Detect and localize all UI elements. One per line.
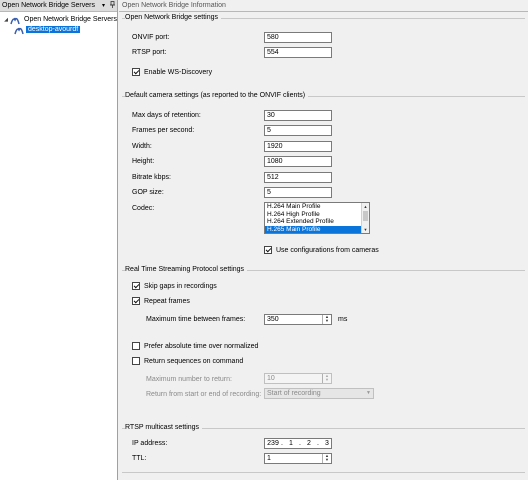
servers-pane-header: Open Network Bridge Servers ▾ xyxy=(0,0,117,12)
fps-input[interactable]: 5 xyxy=(264,125,332,136)
onb-settings-title: Open Network Bridge settings xyxy=(125,14,221,21)
spinner-buttons[interactable]: ▲ ▼ xyxy=(322,374,331,383)
checkbox-checked-icon xyxy=(264,246,272,254)
scroll-thumb[interactable] xyxy=(363,211,368,221)
pin-icon[interactable] xyxy=(108,1,117,10)
ws-discovery-label: Enable WS-Discovery xyxy=(144,68,213,76)
return-from-label: Return from start or end of recording: xyxy=(146,391,262,398)
spinner-buttons[interactable]: ▲ ▼ xyxy=(322,315,331,324)
rtsp-port-input[interactable]: 554 xyxy=(264,47,332,58)
rtsp-port-label: RTSP port: xyxy=(132,49,167,56)
server-group-icon xyxy=(10,15,20,25)
repeat-frames-checkbox[interactable]: Repeat frames xyxy=(132,297,190,305)
return-sequences-checkbox[interactable]: Return sequences on command xyxy=(132,357,243,365)
width-label: Width: xyxy=(132,143,152,150)
codec-label: Codec: xyxy=(132,205,155,212)
scroll-up-icon[interactable]: ▲ xyxy=(362,203,369,210)
onvif-port-label: ONVIF port: xyxy=(132,34,170,41)
bitrate-label: Bitrate kbps: xyxy=(132,174,171,181)
ttl-spinner[interactable]: 1 ▲ ▼ xyxy=(264,453,332,464)
camera-settings-title: Default camera settings (as reported to … xyxy=(125,92,309,99)
checkbox-checked-icon xyxy=(132,68,140,76)
max-return-spinner[interactable]: 10 ▲ ▼ xyxy=(264,373,332,384)
ip-octet[interactable]: 1 xyxy=(285,439,297,448)
height-label: Height: xyxy=(132,158,155,165)
dropdown-icon[interactable]: ▾ xyxy=(99,2,108,9)
rtsp-settings-title: Real Time Streaming Protocol settings xyxy=(125,266,248,273)
max-return-value: 10 xyxy=(267,375,275,382)
ttl-value: 1 xyxy=(267,455,271,462)
return-from-value: Start of recording xyxy=(267,390,321,397)
max-time-label: Maximum time between frames: xyxy=(146,316,246,323)
codec-scrollbar[interactable]: ▲ ▼ xyxy=(361,203,369,233)
codec-option[interactable]: H.264 Main Profile xyxy=(265,203,369,211)
ip-address-input[interactable]: 239. 1. 2. 3 xyxy=(264,438,332,449)
return-sequences-label: Return sequences on command xyxy=(144,357,244,365)
ip-octet[interactable]: 3 xyxy=(321,439,331,448)
codec-option[interactable]: H.264 Extended Profile xyxy=(265,218,369,226)
retention-label: Max days of retention: xyxy=(132,112,201,119)
multicast-settings-title: RTSP multicast settings xyxy=(125,424,203,431)
retention-input[interactable]: 30 xyxy=(264,110,332,121)
checkbox-checked-icon xyxy=(132,297,140,305)
tree-item-server[interactable]: desktop-avourdf xyxy=(14,24,81,35)
spin-down-icon[interactable]: ▼ xyxy=(323,319,331,323)
skip-gaps-checkbox[interactable]: Skip gaps in recordings xyxy=(132,282,217,290)
info-pane-header: Open Network Bridge Information xyxy=(119,0,528,12)
repeat-frames-label: Repeat frames xyxy=(144,297,190,305)
camera-settings-section: Default camera settings (as reported to … xyxy=(122,92,525,262)
use-config-checkbox[interactable]: Use configurations from cameras xyxy=(264,246,379,254)
prefer-absolute-label: Prefer absolute time over normalized xyxy=(144,342,259,350)
tree-item-root-label: Open Network Bridge Servers xyxy=(24,16,117,23)
tree-item-server-label: desktop-avourdf xyxy=(26,26,81,33)
max-time-spinner[interactable]: 350 ▲ ▼ xyxy=(264,314,332,325)
return-from-dropdown[interactable]: Start of recording ▼ xyxy=(264,388,374,399)
spin-down-icon[interactable]: ▼ xyxy=(323,458,331,462)
info-pane: Open Network Bridge Information Open Net… xyxy=(119,0,528,480)
gop-label: GOP size: xyxy=(132,189,164,196)
onb-settings-section: Open Network Bridge settings ONVIF port:… xyxy=(122,14,525,90)
checkbox-checked-icon xyxy=(132,282,140,290)
info-pane-title: Open Network Bridge Information xyxy=(122,2,226,9)
scroll-down-icon[interactable]: ▼ xyxy=(362,226,369,233)
ttl-label: TTL: xyxy=(132,455,147,462)
bitrate-input[interactable]: 512 xyxy=(264,172,332,183)
checkbox-unchecked-icon xyxy=(132,357,140,365)
chevron-down-icon: ▼ xyxy=(366,390,371,396)
ip-address-label: IP address: xyxy=(132,440,168,447)
ip-octet[interactable]: 2 xyxy=(303,439,315,448)
max-return-label: Maximum number to return: xyxy=(146,376,232,383)
ws-discovery-checkbox[interactable]: Enable WS-Discovery xyxy=(132,68,212,76)
height-input[interactable]: 1080 xyxy=(264,156,332,167)
multicast-settings-section: RTSP multicast settings IP address: 239.… xyxy=(122,424,525,470)
width-input[interactable]: 1920 xyxy=(264,141,332,152)
tree-collapse-icon[interactable]: ◢ xyxy=(2,17,10,23)
servers-pane-title: Open Network Bridge Servers xyxy=(2,2,95,9)
checkbox-unchecked-icon xyxy=(132,342,140,350)
spin-down-icon[interactable]: ▼ xyxy=(323,378,331,382)
onvif-port-input[interactable]: 580 xyxy=(264,32,332,43)
skip-gaps-label: Skip gaps in recordings xyxy=(144,282,217,290)
gop-input[interactable]: 5 xyxy=(264,187,332,198)
prefer-absolute-checkbox[interactable]: Prefer absolute time over normalized xyxy=(132,342,258,350)
codec-option[interactable]: H.264 High Profile xyxy=(265,211,369,219)
use-config-label: Use configurations from cameras xyxy=(276,246,379,254)
max-time-value: 350 xyxy=(267,316,279,323)
fps-label: Frames per second: xyxy=(132,127,195,134)
bottom-divider xyxy=(122,472,525,473)
spinner-buttons[interactable]: ▲ ▼ xyxy=(322,454,331,463)
rtsp-settings-section: Real Time Streaming Protocol settings Sk… xyxy=(122,266,525,418)
max-time-unit: ms xyxy=(338,316,348,323)
codec-listbox[interactable]: H.264 Main Profile H.264 High Profile H.… xyxy=(264,202,370,234)
codec-option-selected[interactable]: H.265 Main Profile xyxy=(265,225,369,233)
servers-pane: Open Network Bridge Servers ▾ ◢ Open Net… xyxy=(0,0,118,480)
ip-octet[interactable]: 239 xyxy=(267,439,279,448)
server-icon xyxy=(14,25,24,35)
